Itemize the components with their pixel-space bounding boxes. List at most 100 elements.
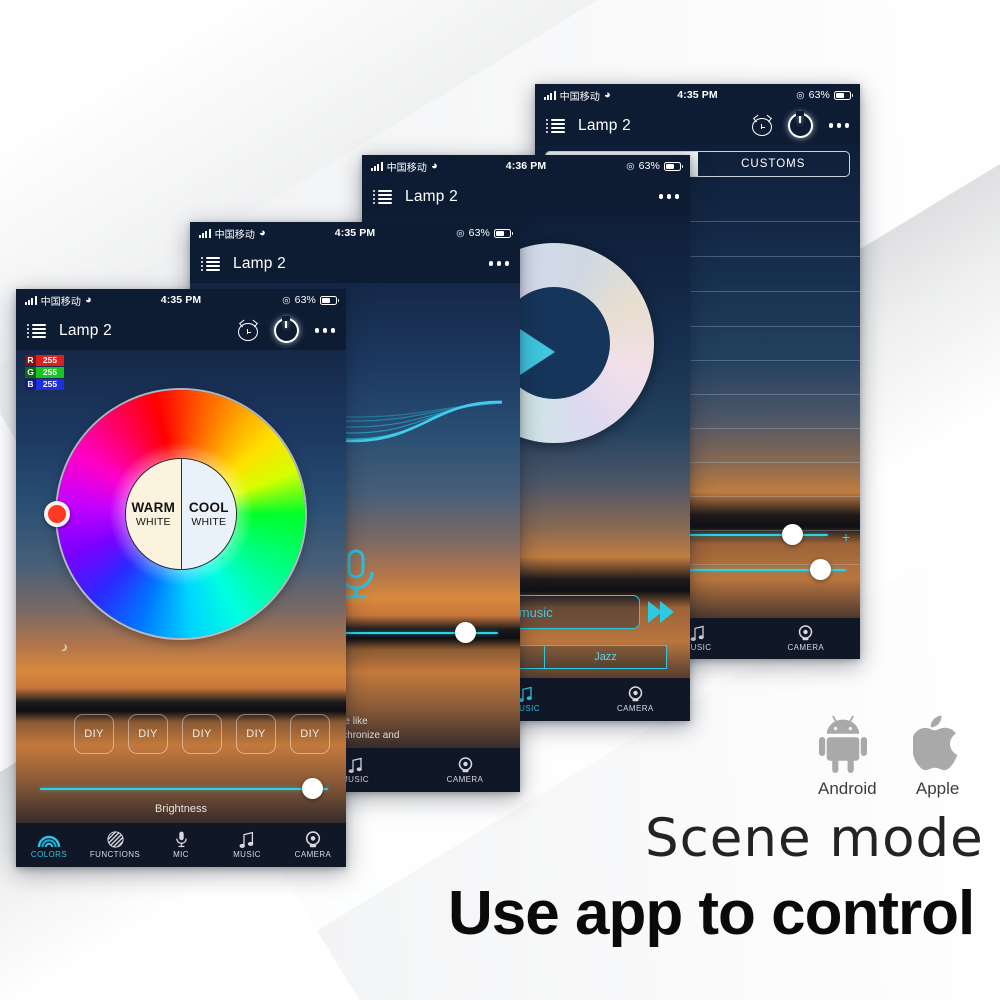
rgb-value: 255 xyxy=(36,367,64,378)
slider-knob[interactable] xyxy=(782,524,804,545)
tab-camera[interactable]: CAMERA xyxy=(410,756,520,784)
battery-percent: 63% xyxy=(638,160,660,172)
status-bar: 中国移动 ◕ 4:36 PM ◎ 63% xyxy=(362,155,690,177)
camera-icon xyxy=(797,625,814,641)
fast-forward-icon[interactable] xyxy=(648,601,674,623)
wifi-icon: ◕ xyxy=(84,293,92,306)
slider-track xyxy=(40,788,328,791)
diy-button-2[interactable]: DIY xyxy=(128,714,168,754)
menu-icon[interactable] xyxy=(373,189,392,204)
color-wheel[interactable]: WARM WHITE COOL WHITE xyxy=(57,390,305,638)
white-selector[interactable]: WARM WHITE COOL WHITE xyxy=(125,458,237,570)
power-icon[interactable] xyxy=(787,111,813,138)
platform-android: Android xyxy=(818,715,877,799)
rotation-lock-icon: ◎ xyxy=(456,227,465,239)
diy-button-1[interactable]: DIY xyxy=(74,714,114,754)
platform-apple: Apple xyxy=(912,715,963,799)
rgb-channel: G xyxy=(25,367,36,378)
overflow-menu-icon[interactable] xyxy=(828,123,849,128)
apple-icon xyxy=(912,715,957,771)
carrier-label: 中国移动 xyxy=(559,91,600,103)
bottom-tab-bar: COLORS FUNCTIONS MIC MUSIC CAMERA xyxy=(16,823,346,867)
music-note-icon xyxy=(518,686,533,702)
signal-bars-icon xyxy=(25,295,37,305)
cool-white-line2: WHITE xyxy=(191,516,227,528)
page-title: Lamp 2 xyxy=(405,187,458,205)
rotation-lock-icon: ◎ xyxy=(282,294,291,306)
overflow-menu-icon[interactable] xyxy=(488,261,509,266)
diy-button-3[interactable]: DIY xyxy=(182,714,222,754)
rotation-lock-icon: ◎ xyxy=(626,160,635,172)
tab-label: FUNCTIONS xyxy=(89,849,141,859)
cool-white-button[interactable]: COOL WHITE xyxy=(181,459,236,569)
rgb-value: 255 xyxy=(36,379,64,390)
wifi-icon: ◕ xyxy=(430,159,438,172)
headline-use-app: Use app to control xyxy=(448,879,975,948)
brightness-slider[interactable] xyxy=(40,778,328,800)
tab-customs[interactable]: CUSTOMS xyxy=(698,152,850,176)
poster-canvas: 中国移动 ◕ 4:35 PM ◎ 63% Lamp 2 CUSTOMS + MU… xyxy=(0,0,1000,1000)
alarm-icon[interactable] xyxy=(237,319,258,341)
page-title: Lamp 2 xyxy=(578,116,631,134)
wifi-icon: ◕ xyxy=(603,88,611,101)
tab-colors[interactable]: COLORS xyxy=(16,832,82,859)
carrier-label: 中国移动 xyxy=(40,296,81,308)
diy-button-4[interactable]: DIY xyxy=(236,714,276,754)
rgb-readout: R 255 G 255 B 255 xyxy=(25,355,64,390)
tab-music[interactable]: MUSIC xyxy=(214,831,280,859)
signal-bars-icon xyxy=(371,161,383,171)
battery-icon xyxy=(494,228,513,238)
warm-white-line2: WHITE xyxy=(135,516,171,528)
slider-knob[interactable] xyxy=(302,778,324,799)
warm-white-button[interactable]: WARM WHITE xyxy=(126,459,182,569)
color-wheel-container: WARM WHITE COOL WHITE xyxy=(44,390,305,638)
platform-label: Android xyxy=(818,779,877,798)
title-bar: Lamp 2 xyxy=(190,244,520,283)
android-icon xyxy=(819,715,868,773)
platform-logos: Android Apple xyxy=(818,715,963,799)
brightness-label: Brightness xyxy=(155,803,207,815)
color-wheel-knob[interactable] xyxy=(44,501,70,527)
genre-jazz[interactable]: Jazz xyxy=(544,645,667,669)
title-bar: Lamp 2 xyxy=(16,311,346,350)
status-bar: 中国移动 ◕ 4:35 PM ◎ 63% xyxy=(535,84,860,106)
title-bar: Lamp 2 xyxy=(362,177,690,216)
warm-white-line1: WARM xyxy=(131,500,176,515)
battery-percent: 63% xyxy=(468,227,490,239)
menu-icon[interactable] xyxy=(27,323,46,338)
tab-camera[interactable]: CAMERA xyxy=(752,625,860,652)
overflow-menu-icon[interactable] xyxy=(314,328,335,333)
rgb-channel: R xyxy=(25,355,36,366)
carrier-label: 中国移动 xyxy=(386,162,427,174)
tab-camera[interactable]: CAMERA xyxy=(280,830,346,859)
camera-icon xyxy=(627,686,644,702)
camera-icon xyxy=(304,830,322,848)
slider-knob[interactable] xyxy=(454,622,476,643)
status-bar: 中国移动 ◕ 4:35 PM ◎ 63% xyxy=(190,222,520,244)
title-bar: Lamp 2 xyxy=(535,106,860,145)
music-note-icon xyxy=(348,757,363,773)
carrier-label: 中国移动 xyxy=(214,229,255,241)
moon-decor xyxy=(60,644,67,651)
menu-icon[interactable] xyxy=(201,256,220,271)
play-icon[interactable] xyxy=(517,327,555,377)
diy-button-5[interactable]: DIY xyxy=(290,714,330,754)
battery-icon xyxy=(664,161,683,171)
menu-icon[interactable] xyxy=(546,118,565,133)
tab-label: CAMERA xyxy=(294,849,332,859)
overflow-menu-icon[interactable] xyxy=(658,194,679,199)
tab-label: COLORS xyxy=(30,849,68,859)
tab-functions[interactable]: FUNCTIONS xyxy=(82,830,148,859)
tab-mic[interactable]: MIC xyxy=(148,831,214,859)
rgb-value: 255 xyxy=(36,355,64,366)
cool-white-line1: COOL xyxy=(188,500,229,515)
alarm-icon[interactable] xyxy=(751,114,772,136)
mic-icon xyxy=(175,831,188,848)
tab-label: MUSIC xyxy=(233,849,261,859)
power-icon[interactable] xyxy=(273,316,299,343)
tab-camera[interactable]: CAMERA xyxy=(581,686,690,713)
rgb-row-blue: B 255 xyxy=(25,379,64,390)
signal-bars-icon xyxy=(199,228,211,238)
signal-bars-icon xyxy=(544,90,556,100)
slider-knob[interactable] xyxy=(809,559,831,580)
